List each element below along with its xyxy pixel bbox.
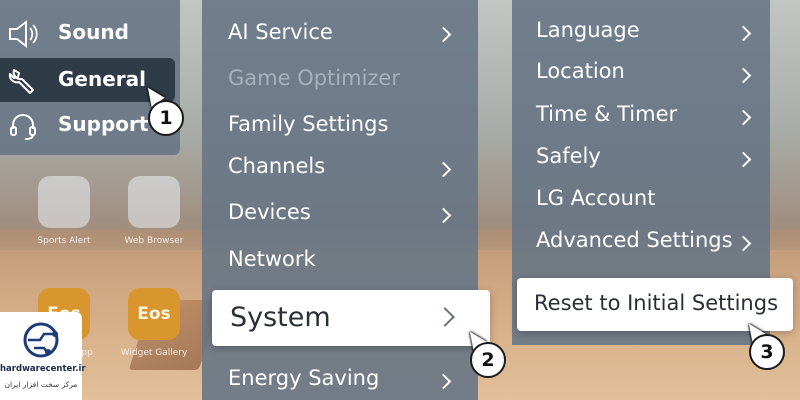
menu-item-time-timer[interactable]: Time & Timer (536, 102, 677, 126)
watermark-site-name: hardwarecenter.ir (0, 364, 86, 374)
menu-item-lg-account[interactable]: LG Account (536, 186, 655, 210)
chevron-right-icon (435, 307, 455, 327)
widget-gallery-tile-label: Eos (137, 304, 171, 324)
web-browser-tile[interactable] (128, 176, 180, 228)
step-badge-3: 3 (749, 334, 785, 370)
menu-item-support[interactable]: Support (58, 112, 148, 136)
speaker-icon (6, 17, 40, 51)
chevron-right-icon (735, 109, 752, 126)
widget-gallery-caption: Widget Gallery (120, 348, 188, 358)
menu-item-system[interactable]: System (212, 290, 490, 346)
menu-item-system-label: System (230, 302, 331, 333)
menu-item-channels[interactable]: Channels (228, 154, 325, 178)
menu-item-family-settings[interactable]: Family Settings (228, 112, 388, 136)
headset-icon (6, 109, 40, 143)
menu-item-energy-saving[interactable]: Energy Saving (228, 366, 379, 390)
watermark-logo: hardwarecenter.ir مرکز سخت افزار ایران (0, 312, 86, 400)
chevron-right-icon (435, 373, 452, 390)
web-browser-caption: Web Browser (124, 236, 184, 246)
menu-item-location[interactable]: Location (536, 59, 625, 83)
sports-alert-tile[interactable] (38, 176, 90, 228)
menu-item-safely[interactable]: Safely (536, 144, 601, 168)
menu-item-devices[interactable]: Devices (228, 200, 311, 224)
watermark-tagline: مرکز سخت افزار ایران (4, 380, 78, 389)
chevron-right-icon (435, 26, 452, 43)
hardwarecenter-logo-icon (23, 322, 59, 358)
chevron-right-icon (735, 151, 752, 168)
chevron-right-icon (735, 235, 752, 252)
menu-item-general[interactable]: General (58, 67, 146, 91)
menu-item-network[interactable]: Network (228, 247, 316, 271)
menu-item-advanced-settings[interactable]: Advanced Settings (536, 228, 733, 252)
menu-item-game-optimizer: Game Optimizer (228, 66, 400, 90)
settings-category-panel: Sound General Support (0, 0, 180, 155)
widget-gallery-tile[interactable]: Eos (128, 288, 180, 340)
sports-alert-caption: Sports Alert (37, 236, 91, 246)
step-badge-1: 1 (148, 100, 184, 136)
menu-item-sound[interactable]: Sound (58, 20, 129, 44)
step-badge-2: 2 (470, 342, 506, 378)
chevron-right-icon (435, 207, 452, 224)
chevron-right-icon (735, 67, 752, 84)
menu-item-language[interactable]: Language (536, 18, 640, 42)
chevron-right-icon (735, 25, 752, 42)
menu-item-reset-label: Reset to Initial Settings (534, 291, 779, 315)
wrench-icon (6, 63, 40, 97)
chevron-right-icon (435, 161, 452, 178)
menu-item-ai-service[interactable]: AI Service (228, 20, 333, 44)
